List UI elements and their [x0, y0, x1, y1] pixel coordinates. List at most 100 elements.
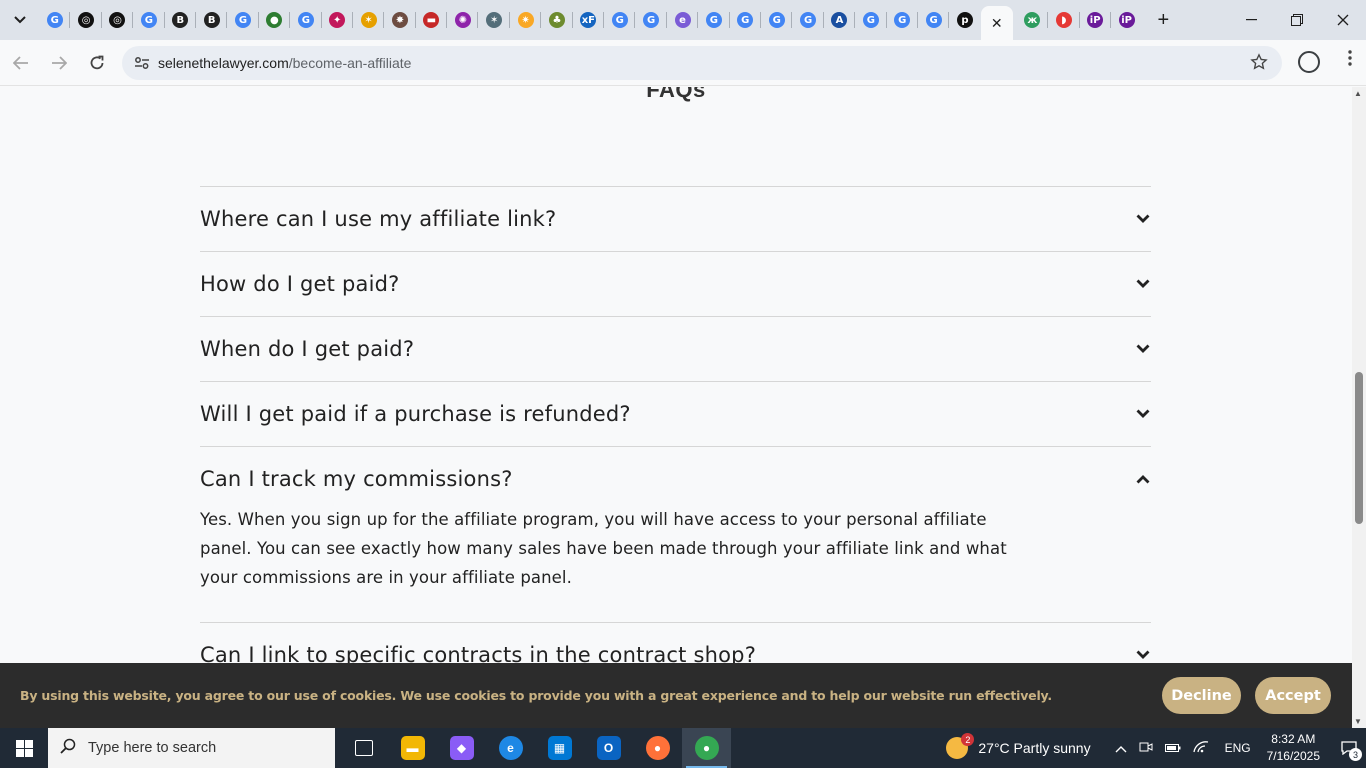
edge-icon: e	[498, 736, 523, 760]
browser-tab[interactable]: iP	[1111, 0, 1142, 40]
meet-now-icon[interactable]	[1139, 740, 1153, 757]
site-settings-icon[interactable]	[128, 56, 156, 70]
openai-icon: ◎	[109, 12, 126, 28]
chevron-down-icon[interactable]	[1135, 647, 1151, 663]
browser-tab[interactable]: ✶	[353, 0, 385, 40]
forward-button[interactable]	[42, 46, 76, 80]
taskbar-search[interactable]: Type here to search	[48, 728, 335, 768]
browser-tab[interactable]: ✸	[384, 0, 417, 40]
browser-tab[interactable]: G	[39, 0, 71, 40]
browser-tab[interactable]: G	[290, 0, 322, 40]
taskbar-app[interactable]: e	[486, 728, 535, 768]
taskbar-app[interactable]: O	[584, 728, 633, 768]
taskbar-app[interactable]: ●	[682, 728, 731, 768]
chevron-up-icon[interactable]	[1135, 471, 1151, 487]
clock[interactable]: 8:32 AM 7/16/2025	[1267, 731, 1320, 765]
google-icon: G	[800, 12, 817, 28]
ip-icon: iP	[1087, 12, 1104, 28]
faq-question[interactable]: Can I track my commissions?	[200, 447, 1151, 511]
url-text[interactable]: selenethelawyer.com/become-an-affiliate	[158, 55, 411, 71]
minimize-button[interactable]	[1228, 0, 1274, 40]
weather-text: 27°C Partly sunny	[978, 740, 1091, 756]
taskbar-app[interactable]: ●	[633, 728, 682, 768]
battery-icon[interactable]	[1164, 741, 1181, 756]
wifi-icon[interactable]	[1192, 740, 1209, 756]
weather-widget[interactable]: 2 27°C Partly sunny	[946, 733, 1091, 759]
browser-tab[interactable]: B	[165, 0, 197, 40]
browser-tab[interactable]: ✺	[447, 0, 479, 40]
file-explorer-icon: ▬	[400, 736, 425, 760]
restore-button[interactable]	[1274, 0, 1320, 40]
faq-question-text: How do I get paid?	[200, 272, 400, 296]
menu-kebab-icon[interactable]	[1348, 50, 1352, 71]
browser-tab[interactable]: G	[635, 0, 668, 40]
browser-tab[interactable]: G	[887, 0, 919, 40]
active-tab[interactable]: ✕	[980, 6, 1013, 40]
start-button[interactable]	[0, 728, 48, 768]
browser-tab[interactable]: ◎	[102, 0, 134, 40]
browser-tab[interactable]: G	[730, 0, 762, 40]
faq-question-text: Can I track my commissions?	[200, 467, 513, 491]
browser-tab[interactable]: ●	[259, 0, 291, 40]
faq-question[interactable]: How do I get paid?	[200, 252, 1151, 316]
browser-tab[interactable]: G	[133, 0, 165, 40]
browser-tab[interactable]: ♣	[541, 0, 574, 40]
browser-tab[interactable]: G	[227, 0, 260, 40]
browser-tab[interactable]: ✦	[322, 0, 354, 40]
browser-tab[interactable]: G	[792, 0, 825, 40]
reload-button[interactable]	[80, 46, 114, 80]
taskbar-app[interactable]	[339, 728, 388, 768]
taskbar-app[interactable]: ▬	[388, 728, 437, 768]
page-scrollbar[interactable]: ▲ ▼	[1352, 87, 1366, 728]
chevron-down-icon[interactable]	[1135, 211, 1151, 227]
browser-tab[interactable]: ◎	[70, 0, 103, 40]
new-tab-button[interactable]: +	[1148, 5, 1178, 35]
taskbar-app[interactable]: ▦	[535, 728, 584, 768]
browser-tab[interactable]: e	[667, 0, 699, 40]
decline-button[interactable]: Decline	[1162, 677, 1241, 714]
profile-avatar-icon[interactable]	[1298, 51, 1320, 73]
language-indicator[interactable]: ENG	[1225, 741, 1251, 755]
google-icon: G	[894, 12, 911, 28]
browser-tab[interactable]: ▬	[416, 0, 448, 40]
faq-question[interactable]: Where can I use my affiliate link?	[200, 187, 1151, 251]
pineapple-icon: ♣	[548, 12, 565, 28]
browser-tab[interactable]: A	[824, 0, 856, 40]
bookmark-star-icon[interactable]	[1250, 53, 1268, 76]
chevron-up-icon[interactable]	[1115, 741, 1127, 756]
browser-tab[interactable]: xF	[573, 0, 605, 40]
accept-button[interactable]: Accept	[1255, 677, 1331, 714]
taskbar-app[interactable]: ◆	[437, 728, 486, 768]
browser-toolbar: selenethelawyer.com/become-an-affiliate	[0, 40, 1366, 86]
figure-icon: ✶	[360, 12, 377, 28]
browser-tab[interactable]: G	[604, 0, 636, 40]
browser-tab[interactable]: G	[761, 0, 793, 40]
browser-tab[interactable]: G	[855, 0, 887, 40]
browser-tab[interactable]: p	[949, 0, 980, 40]
browser-tab[interactable]: B	[196, 0, 228, 40]
browser-tab[interactable]: iP	[1080, 0, 1112, 40]
notification-center-button[interactable]: 3	[1332, 728, 1366, 768]
browser-tab[interactable]: ◗	[1048, 0, 1080, 40]
browser-tab[interactable]: ж	[1017, 0, 1049, 40]
faq-question[interactable]: Will I get paid if a purchase is refunde…	[200, 382, 1151, 446]
back-button[interactable]	[4, 46, 38, 80]
browser-tab[interactable]: ✷	[510, 0, 542, 40]
chevron-down-icon[interactable]	[1135, 406, 1151, 422]
browser-tab[interactable]: G	[918, 0, 950, 40]
scroll-thumb[interactable]	[1355, 372, 1363, 524]
tab-list: G ◎ ◎ G B B G ● G ✦ ✶ ✸ ▬ ✺ ✶ ✷ ♣ xF G Ge G G G G A G G Gp	[39, 0, 981, 40]
close-window-button[interactable]	[1320, 0, 1366, 40]
browser-tab[interactable]: G	[698, 0, 730, 40]
address-bar[interactable]: selenethelawyer.com/become-an-affiliate	[122, 46, 1282, 80]
arrow-right-icon	[52, 55, 67, 70]
close-icon[interactable]: ✕	[991, 15, 1003, 32]
chevron-down-icon[interactable]	[1135, 341, 1151, 357]
scroll-up-icon[interactable]: ▲	[1354, 89, 1362, 98]
tab-search-button[interactable]	[5, 5, 35, 35]
browser-tab[interactable]: ✶	[478, 0, 511, 40]
chevron-down-icon[interactable]	[1135, 276, 1151, 292]
clock-time: 8:32 AM	[1271, 732, 1316, 746]
faq-question[interactable]: When do I get paid?	[200, 317, 1151, 381]
scroll-down-icon[interactable]: ▼	[1354, 717, 1362, 726]
